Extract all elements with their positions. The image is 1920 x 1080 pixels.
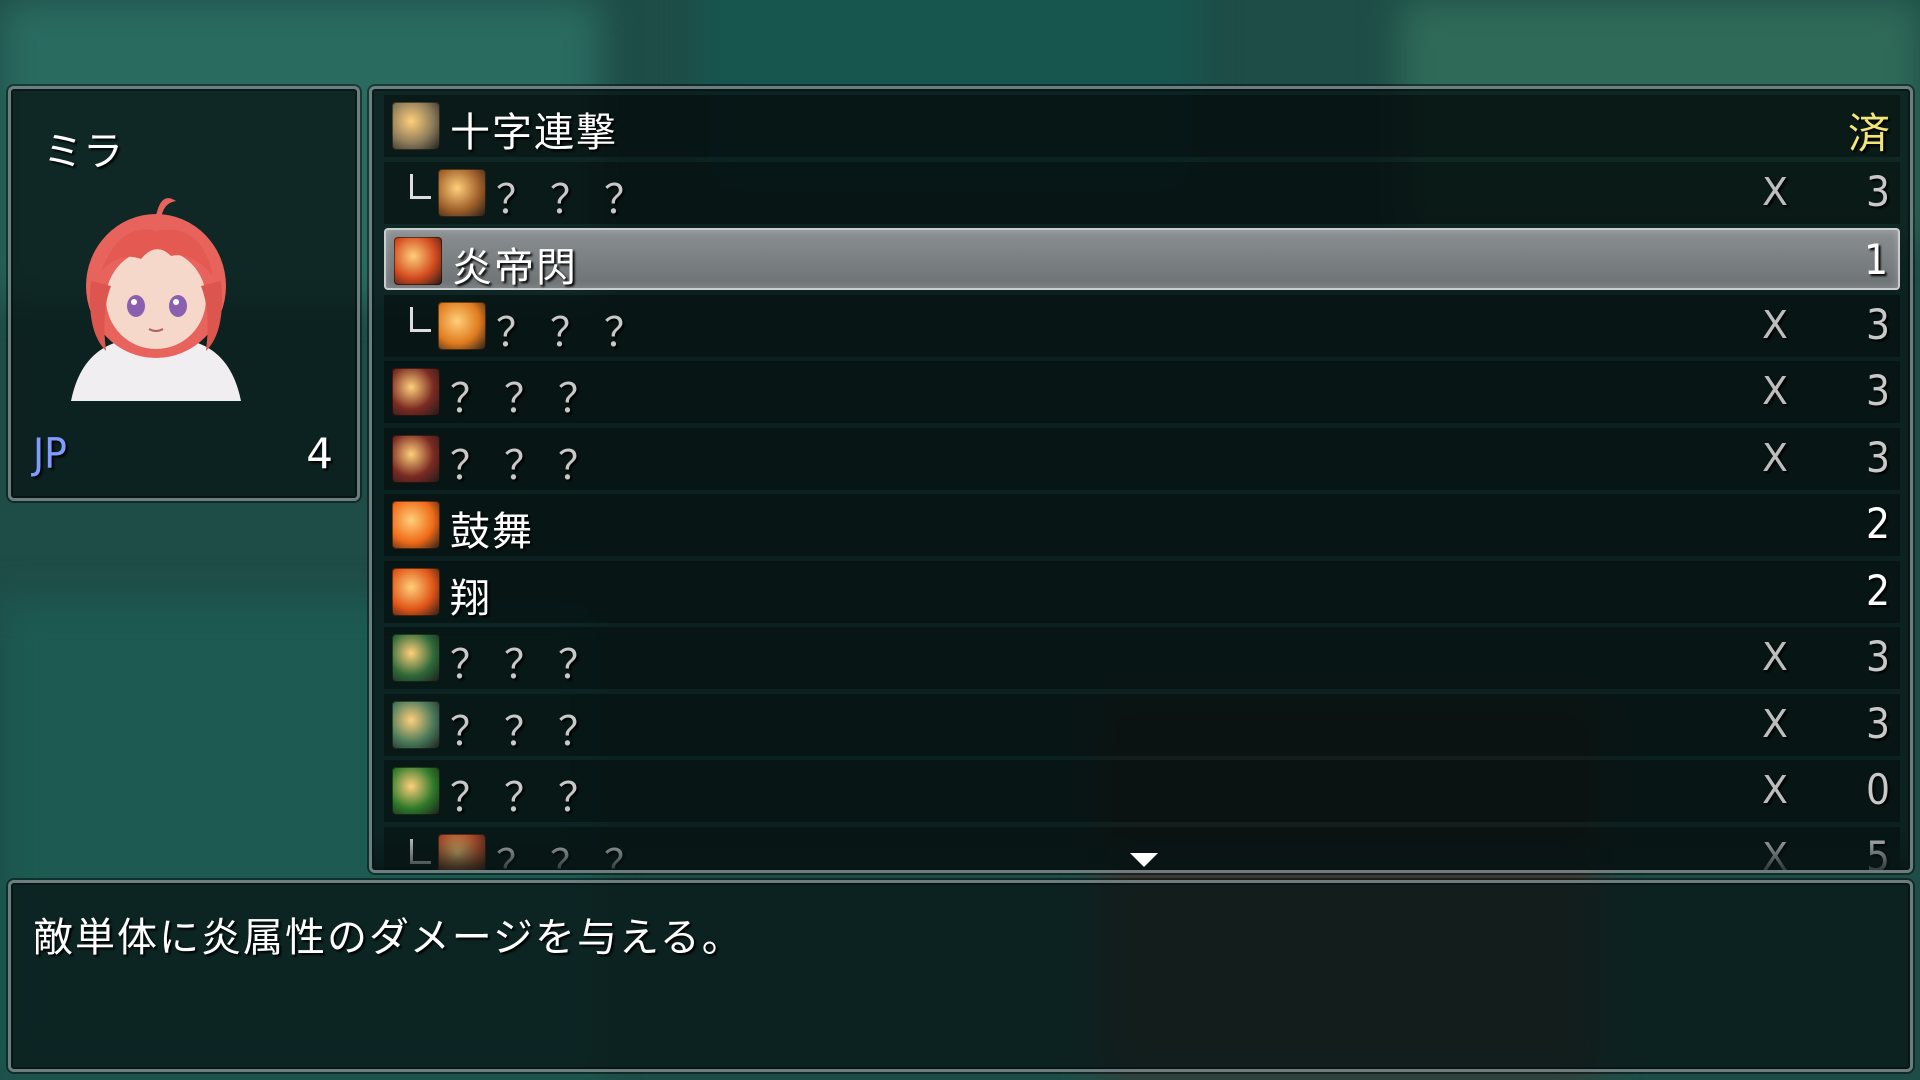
tree-branch-icon	[410, 306, 431, 332]
help-description: 敵単体に炎属性のダメージを与える。	[33, 915, 744, 961]
skill-row[interactable]: ？？？ X 3	[384, 161, 1900, 224]
actor-status-window: ミラ JP 4	[8, 86, 360, 501]
skill-row[interactable]: ？？？ X 3	[384, 294, 1900, 357]
locked-mark: X	[1762, 635, 1789, 679]
skill-name: ？？？	[450, 376, 612, 422]
skill-cost: 3	[1865, 166, 1890, 216]
skill-row[interactable]: ？？？ X 3	[384, 361, 1900, 423]
actor-name: ミラ	[43, 129, 123, 175]
skill-name: ？？？	[496, 309, 658, 356]
warrior-green-icon	[392, 767, 440, 815]
skill-row[interactable]: 翔2	[384, 560, 1900, 623]
skill-cost: 1	[1863, 235, 1888, 284]
skill-name: 炎帝閃	[452, 245, 578, 291]
skill-list-window: 十字連撃済？？？ X 3 炎帝閃 1？？？ X 3？？？ X 3？？？ X 3 鼓舞 2 翔 2？？？ X 3？…	[369, 86, 1913, 873]
skill-row[interactable]: 十字連撃 済	[384, 95, 1900, 158]
skill-cost: 0	[1865, 765, 1890, 814]
scroll-down-arrow-icon[interactable]	[1130, 853, 1158, 867]
warrior-red-icon	[392, 434, 440, 483]
skill-row[interactable]: ？？？ X 0	[384, 760, 1900, 822]
skill-name: ？？？	[450, 775, 612, 821]
skill-cost: 2	[1865, 565, 1890, 615]
locked-mark: X	[1762, 369, 1789, 413]
jp-label: JP	[33, 429, 67, 478]
locked-mark: X	[1762, 302, 1789, 347]
skill-name: 翔	[450, 575, 492, 622]
skill-name: 鼓舞	[450, 509, 534, 555]
locked-mark: X	[1762, 169, 1789, 214]
skill-row[interactable]: ？？？ X 3	[384, 427, 1900, 490]
skill-cost: 3	[1865, 366, 1890, 415]
explosion-icon	[392, 501, 440, 549]
skill-cost: 3	[1865, 632, 1890, 681]
poison-orb-icon	[392, 634, 440, 682]
skill-row-selected[interactable]: 炎帝閃 1	[384, 228, 1900, 291]
help-window: 敵単体に炎属性のダメージを与える。	[8, 880, 1913, 1072]
green-blade-icon	[392, 700, 440, 749]
dragon-claw-icon	[438, 168, 486, 217]
running-figure-icon	[392, 567, 440, 616]
skill-name: ？？？	[450, 442, 612, 489]
locked-mark: X	[1762, 701, 1789, 746]
skill-row[interactable]: ？？？ X 3	[384, 627, 1900, 689]
fire-burst-icon	[438, 301, 486, 350]
locked-mark: X	[1762, 435, 1789, 480]
skill-row[interactable]: 鼓舞 2	[384, 494, 1900, 556]
locked-mark: X	[1762, 768, 1789, 812]
skill-cost: 3	[1865, 299, 1890, 349]
skill-cost: 済	[1847, 109, 1890, 158]
skill-name: ？？？	[450, 642, 612, 688]
actor-portrait	[71, 198, 241, 401]
tree-branch-icon	[410, 173, 431, 199]
skill-cost: 3	[1865, 698, 1890, 748]
flame-blade-icon	[394, 237, 442, 285]
skill-name: ？？？	[450, 708, 612, 755]
jp-value: 4	[306, 429, 333, 478]
warrior-red-icon	[392, 368, 440, 416]
skill-cost: 2	[1865, 499, 1890, 548]
skill-name: ？？？	[496, 176, 658, 223]
skill-row[interactable]: ？？？ X 3	[384, 693, 1900, 756]
crossed-swords-icon	[392, 102, 440, 150]
skill-name: 十字連撃	[450, 110, 618, 156]
skill-cost: 3	[1865, 432, 1890, 482]
